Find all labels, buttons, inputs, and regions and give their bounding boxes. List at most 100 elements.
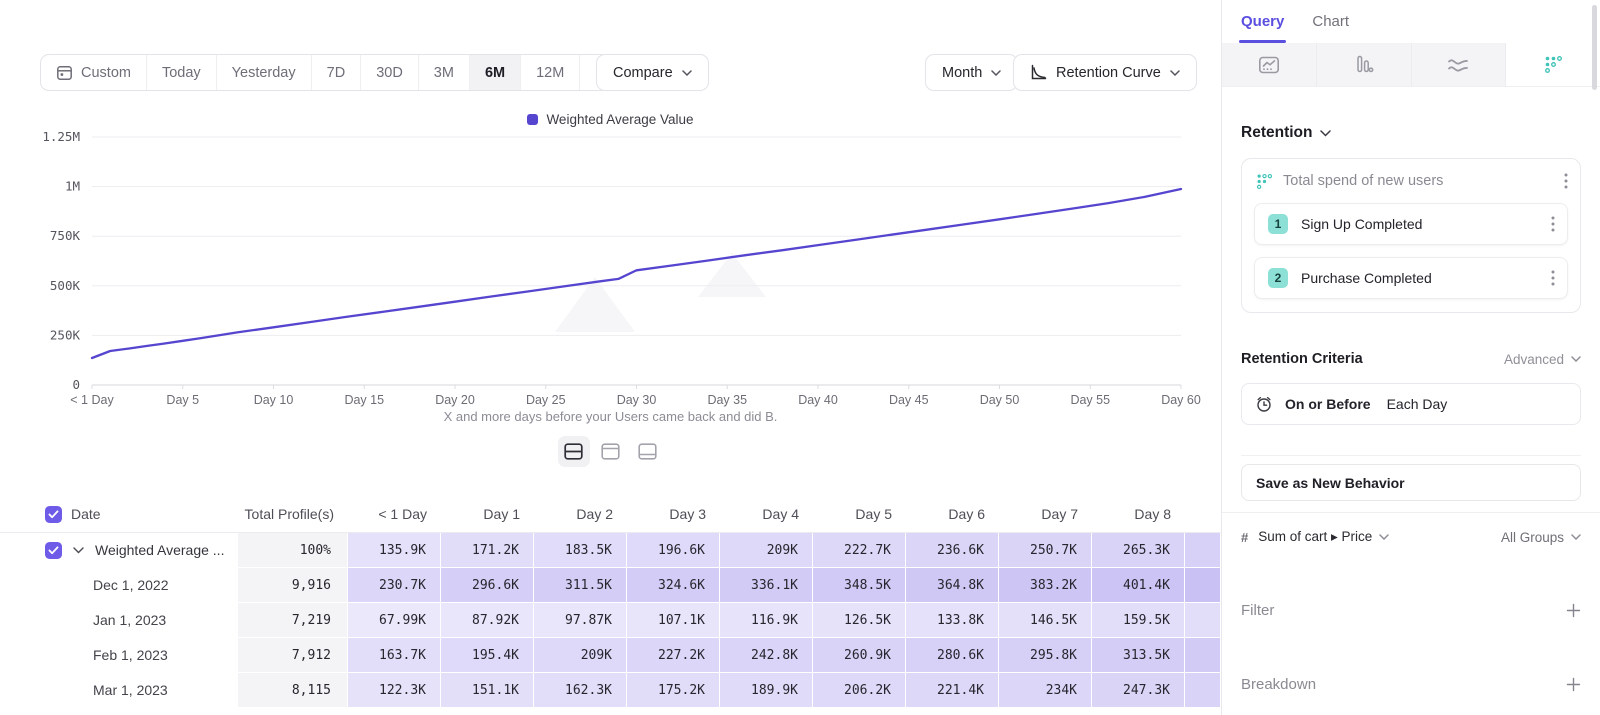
retention-value-cell: 234K: [999, 673, 1092, 708]
tab-query[interactable]: Query: [1241, 13, 1284, 43]
flows-tab[interactable]: [1412, 43, 1507, 86]
retention-value-cell: 122.3K: [348, 673, 441, 708]
range-label: 3M: [434, 65, 454, 81]
retention-value-cell: 247.3K: [1092, 673, 1185, 708]
add-breakdown-icon[interactable]: [1566, 677, 1581, 692]
chart-type-tabs: [1222, 43, 1600, 87]
compare-button[interactable]: Compare: [596, 54, 709, 91]
x-tick-label: Day 35: [707, 393, 747, 407]
chart-top-view-toggle[interactable]: [595, 436, 627, 467]
tab-chart[interactable]: Chart: [1312, 13, 1349, 43]
step-purchase-completed[interactable]: 2 Purchase Completed: [1254, 257, 1568, 299]
retention-value-cell: 163.7K: [348, 638, 441, 673]
split-view-toggle[interactable]: [558, 436, 590, 467]
x-tick-label: Day 45: [889, 393, 929, 407]
date-header-label: Date: [71, 506, 101, 522]
chevron-down-icon: [1571, 534, 1581, 540]
tab-query-label: Query: [1241, 13, 1284, 30]
table-row: Jan 1, 20237,21967.99K87.92K97.87K107.1K…: [0, 603, 1221, 638]
row-checkbox[interactable]: [45, 542, 62, 559]
range-label: 12M: [536, 65, 564, 81]
chevron-down-icon: [73, 547, 84, 554]
retention-window-selector[interactable]: On or Before Each Day: [1241, 383, 1581, 425]
range-3m[interactable]: 3M: [418, 55, 469, 90]
behavior-dots-icon: [1256, 173, 1273, 190]
retention-table: DateTotal Profile(s)< 1 DayDay 1Day 2Day…: [0, 496, 1221, 708]
step-number-badge: 2: [1268, 268, 1288, 288]
column-header: < 1 Day: [348, 496, 441, 532]
range-12m[interactable]: 12M: [520, 55, 579, 90]
range-custom[interactable]: Custom: [41, 55, 146, 90]
retention-value-cell: 196.6K: [627, 533, 720, 568]
retention-value-cell: 107.1K: [627, 603, 720, 638]
criteria-mode-label: Advanced: [1504, 352, 1564, 367]
column-header: Total Profile(s): [238, 496, 348, 532]
calendar-icon: [56, 64, 73, 81]
retention-value-cell: 324.6K: [627, 568, 720, 603]
y-tick-label: 250K: [50, 327, 81, 342]
retention-value-cell: 195.4K: [441, 638, 534, 673]
retention-value-cell: 280.6K: [906, 638, 999, 673]
range-today[interactable]: Today: [146, 55, 216, 90]
add-filter-icon[interactable]: [1566, 603, 1581, 618]
retention-value-cell: 227.2K: [627, 638, 720, 673]
criteria-mode-dropdown[interactable]: Advanced: [1504, 352, 1581, 367]
x-tick-label: Day 15: [344, 393, 384, 407]
alarm-clock-icon: [1255, 395, 1273, 413]
y-tick-label: 500K: [50, 278, 81, 293]
retention-value-cell: 116.9K: [720, 603, 813, 638]
all-groups-dropdown[interactable]: All Groups: [1501, 530, 1581, 545]
total-profiles-cell: 7,219: [238, 603, 348, 638]
range-label: Yesterday: [232, 65, 296, 81]
scrollbar-thumb[interactable]: [1592, 5, 1597, 90]
x-tick-label: Day 25: [526, 393, 566, 407]
x-tick-label: Day 30: [617, 393, 657, 407]
table-header-row: DateTotal Profile(s)< 1 DayDay 1Day 2Day…: [0, 496, 1221, 533]
filter-label: Filter: [1241, 602, 1566, 619]
retention-value-cell: 189.9K: [720, 673, 813, 708]
row-label: Dec 1, 2022: [93, 577, 169, 593]
date-column-header: Date: [0, 496, 238, 532]
range-30d[interactable]: 30D: [360, 55, 418, 90]
retention-value-cell: 183.5K: [534, 533, 627, 568]
analysis-type-dropdown[interactable]: Retention: [1241, 124, 1581, 142]
expand-row-chevron[interactable]: [73, 547, 84, 554]
column-header: Day 4: [720, 496, 813, 532]
save-as-new-behavior-button[interactable]: Save as New Behavior: [1241, 464, 1581, 501]
select-all-checkbox[interactable]: [45, 506, 62, 523]
clipped-value-cell: [1185, 673, 1221, 708]
behavior-title: Total spend of new users: [1283, 173, 1554, 189]
chart-top-view-icon: [601, 443, 620, 460]
breakdown-label: Breakdown: [1241, 676, 1566, 693]
measure-property-dropdown[interactable]: Sum of cart ▸ Price: [1258, 529, 1389, 545]
range-7d[interactable]: 7D: [311, 55, 361, 90]
retention-value-cell: 336.1K: [720, 568, 813, 603]
retention-value-cell: 295.8K: [999, 638, 1092, 673]
bar-chart-tab[interactable]: [1317, 43, 1412, 86]
retention-value-cell: 133.8K: [906, 603, 999, 638]
retention-dots-icon: [1544, 55, 1563, 74]
retention-value-cell: 159.5K: [1092, 603, 1185, 638]
retention-value-cell: 311.5K: [534, 568, 627, 603]
x-tick-label: Day 40: [798, 393, 838, 407]
y-tick-label: 750K: [50, 228, 81, 243]
retention-chart: 0250K500K750K1M1.25M< 1 DayDay 5Day 10Da…: [0, 125, 1221, 417]
panel-tabs: Query Chart: [1222, 0, 1600, 43]
kebab-menu-icon[interactable]: [1551, 216, 1555, 232]
chart-type-button[interactable]: Retention Curve: [1013, 54, 1197, 91]
kebab-menu-icon[interactable]: [1551, 270, 1555, 286]
granularity-button[interactable]: Month: [925, 54, 1018, 91]
date-range-group: CustomTodayYesterday7D30D3M6M12MXTD: [40, 54, 658, 91]
behavior-card: Total spend of new users 1 Sign Up Compl…: [1241, 158, 1581, 313]
retention-value-cell: 296.6K: [441, 568, 534, 603]
retention-value-cell: 242.8K: [720, 638, 813, 673]
table-bottom-view-toggle[interactable]: [632, 436, 664, 467]
retention-tab[interactable]: [1506, 43, 1600, 86]
kebab-menu-icon[interactable]: [1564, 173, 1568, 189]
retention-value-cell: 313.5K: [1092, 638, 1185, 673]
step-sign-up-completed[interactable]: 1 Sign Up Completed: [1254, 203, 1568, 245]
line-chart-tab[interactable]: [1222, 43, 1317, 86]
retention-curve-icon: [1030, 64, 1047, 81]
range-6m[interactable]: 6M: [469, 55, 520, 90]
range-yesterday[interactable]: Yesterday: [216, 55, 311, 90]
